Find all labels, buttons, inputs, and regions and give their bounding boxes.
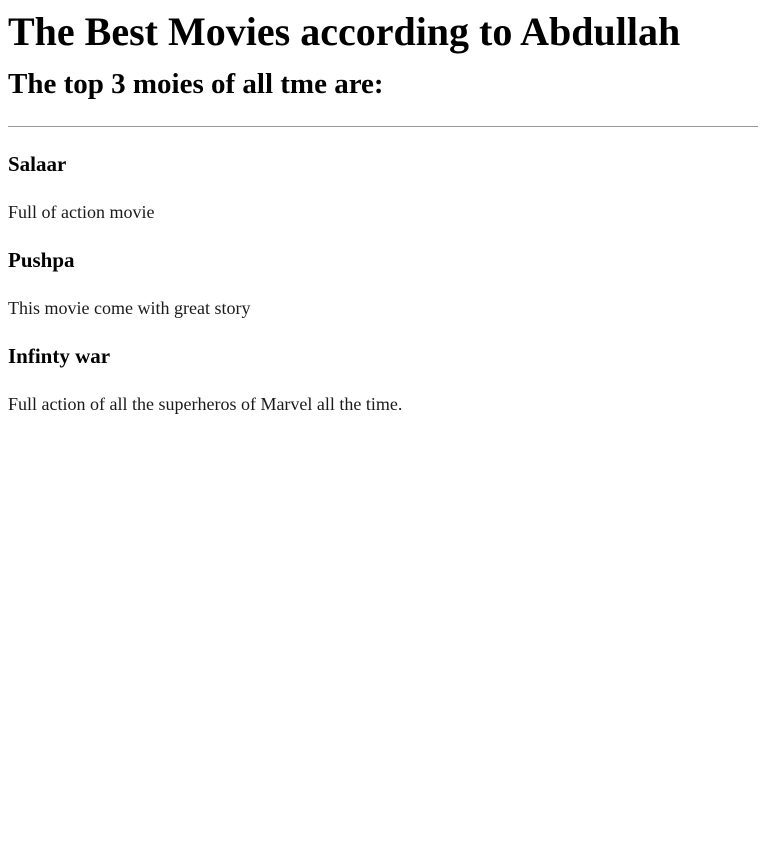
movie-description: Full action of all the superheros of Mar… bbox=[8, 394, 403, 414]
page-subtitle: The top 3 moies of all tme are: bbox=[8, 68, 384, 100]
movie-title: Salaar bbox=[8, 152, 67, 176]
movie-description: Full of action movie bbox=[8, 202, 155, 222]
movie-description: This movie come with great story bbox=[8, 298, 251, 318]
movie-item: Salaar Full of action movie bbox=[8, 127, 758, 223]
movie-list: Salaar Full of action movie Pushpa This … bbox=[8, 127, 758, 415]
movie-title: Pushpa bbox=[8, 248, 75, 272]
movie-title: Infinty war bbox=[8, 344, 111, 368]
movie-item: Infinty war Full action of all the super… bbox=[8, 319, 758, 415]
movie-item: Pushpa This movie come with great story bbox=[8, 223, 758, 319]
page-title: The Best Movies according to Abdullah bbox=[8, 9, 681, 54]
